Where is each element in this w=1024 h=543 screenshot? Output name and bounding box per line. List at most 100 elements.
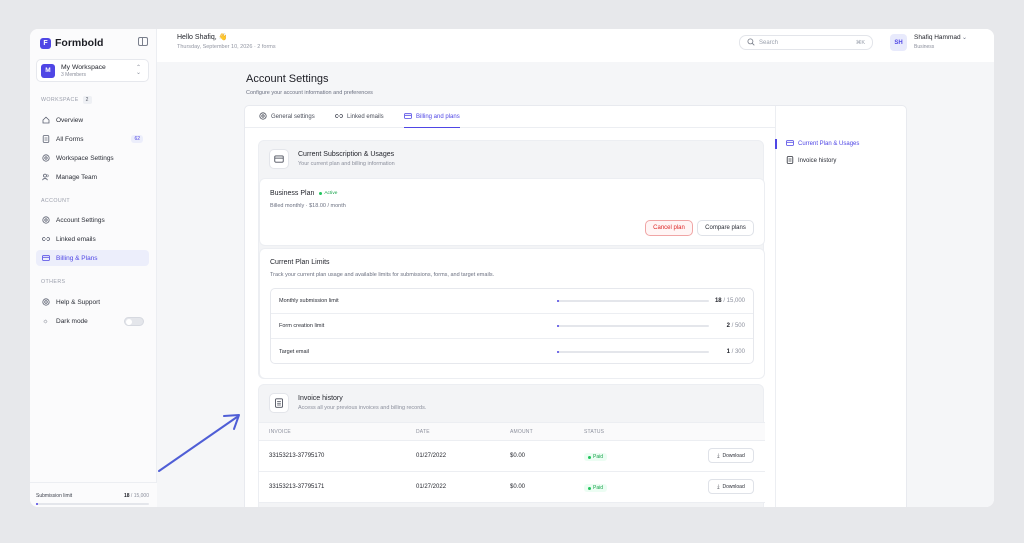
limit-used: 2 <box>726 323 730 329</box>
home-icon <box>41 116 50 125</box>
chevron-down-icon[interactable]: ⌄ <box>962 34 967 41</box>
status-dot <box>588 486 591 490</box>
sidebar-item-overview[interactable]: Overview <box>36 112 149 128</box>
tab-general-settings[interactable]: General settings <box>259 106 315 128</box>
sidebar-item-workspace-settings[interactable]: Workspace Settings <box>36 150 149 166</box>
sidebar-item-help-support[interactable]: Help & Support <box>36 294 149 310</box>
sun-icon: ☼ <box>42 317 49 325</box>
plan-card: Business Plan Active Billed monthly · $1… <box>259 178 765 246</box>
formbold-logo-icon: F <box>40 37 51 49</box>
limits-table: Monthly submission limit 18 / 15,000 For… <box>270 288 754 364</box>
download-icon: ⤓ <box>717 483 720 490</box>
gear-icon <box>259 112 267 122</box>
workspace-name: My Workspace <box>61 63 106 71</box>
forms-count-badge: 62 <box>131 135 143 143</box>
sidebar-toggle-icon[interactable] <box>138 37 148 46</box>
plan-name: Business Plan Active <box>270 190 337 197</box>
section-nav-label: Invoice history <box>798 158 837 164</box>
tab-label: General settings <box>271 114 315 120</box>
forms-icon <box>41 135 50 144</box>
cancel-plan-button[interactable]: Cancel plan <box>645 220 693 236</box>
sidebar-item-label: Account Settings <box>56 216 105 224</box>
section-nav-indicator <box>775 139 777 149</box>
user-name[interactable]: Shafiq Hammad <box>914 34 961 41</box>
limit-progress-fill <box>557 350 560 353</box>
greeting: Hello Shafiq, 👋 <box>177 34 228 41</box>
invoice-amount: $0.00 <box>510 484 526 490</box>
plan-name-text: Business Plan <box>270 190 315 197</box>
gear-icon <box>41 216 50 225</box>
sidebar-item-linked-emails[interactable]: Linked emails <box>36 231 149 247</box>
section-nav-invoice-history[interactable]: Invoice history <box>786 156 836 166</box>
greeting-subline: Thursday, September 10, 2026 · 2 forms <box>177 44 276 50</box>
tab-linked-emails[interactable]: Linked emails <box>335 106 384 128</box>
limit-progress <box>557 300 709 302</box>
sidebar-item-label: Help & Support <box>56 298 101 306</box>
subscription-header: Current Subscription & Usages Your curre… <box>269 149 395 169</box>
sidebar-item-all-forms[interactable]: All Forms 62 <box>36 131 149 147</box>
sidebar-item-dark-mode[interactable]: ☼ Dark mode <box>36 313 149 329</box>
status-badge: Paid <box>584 484 608 492</box>
limit-label: Target email <box>279 348 309 355</box>
sidebar-item-label: Manage Team <box>56 173 98 181</box>
sidebar-item-manage-team[interactable]: Manage Team <box>36 169 149 185</box>
download-label: Download <box>722 483 745 490</box>
tab-label: Billing and plans <box>416 113 460 120</box>
page-title: Account Settings <box>246 73 329 85</box>
limits-title: Current Plan Limits <box>270 259 330 266</box>
limits-subtitle: Track your current plan usage and availa… <box>270 272 495 278</box>
settings-panel: General settings Linked emails Billing a… <box>244 105 907 507</box>
limit-progress-fill <box>557 300 560 302</box>
download-button[interactable]: ⤓ Download <box>708 479 754 494</box>
section-nav: Current Plan & Usages Invoice history <box>775 106 908 507</box>
limit-value: 1 / 300 <box>727 349 745 355</box>
section-nav-current-plan[interactable]: Current Plan & Usages <box>786 139 859 149</box>
tab-billing-and-plans[interactable]: Billing and plans <box>404 106 460 128</box>
section-label-account: ACCOUNT <box>41 198 70 204</box>
plan-limits-card: Current Plan Limits Track your current p… <box>259 248 765 379</box>
submission-limit-progress-fill <box>36 503 38 505</box>
brand-name: Formbold <box>55 37 104 49</box>
sidebar-item-label: Workspace Settings <box>56 154 114 162</box>
brand[interactable]: F Formbold <box>40 37 103 49</box>
section-nav-label: Current Plan & Usages <box>798 141 860 147</box>
card-icon <box>41 254 50 263</box>
invoice-icon <box>786 156 794 166</box>
sidebar-item-billing-plans[interactable]: Billing & Plans <box>36 250 149 266</box>
submission-limit-total: / 15,000 <box>130 493 149 499</box>
status-badge: Active <box>319 191 337 196</box>
table-row: 33153213-37795171 01/27/2022 $0.00 Paid … <box>259 472 765 503</box>
sidebar-item-label: Linked emails <box>56 235 96 243</box>
limit-total: / 15,000 <box>723 298 745 304</box>
column-header-invoice: INVOICE <box>269 429 291 435</box>
search-placeholder: Search <box>759 39 779 46</box>
compare-plans-button[interactable]: Compare plans <box>697 220 754 236</box>
card-icon <box>269 149 289 169</box>
workspace-switcher[interactable]: M My Workspace 3 Members ⌃ ⌄ <box>36 59 149 82</box>
gear-icon <box>41 154 50 163</box>
sidebar-item-account-settings[interactable]: Account Settings <box>36 212 149 228</box>
limit-progress <box>557 350 709 353</box>
limit-label: Form creation limit <box>279 323 325 329</box>
dark-mode-toggle[interactable] <box>124 317 144 326</box>
subscription-section: Current Subscription & Usages Your curre… <box>258 140 765 379</box>
subscription-title: Current Subscription & Usages <box>298 151 395 158</box>
invoice-date: 01/27/2022 <box>416 453 447 459</box>
tab-label: Linked emails <box>347 114 384 120</box>
table-row: Monthly submission limit 18 / 15,000 <box>271 289 753 314</box>
invoice-section: Invoice history Access all your previous… <box>258 384 765 507</box>
section-label-others: OTHERS <box>41 279 66 285</box>
link-icon <box>335 112 343 122</box>
status-dot <box>588 455 591 459</box>
invoice-number: 33153213-37795171 <box>269 484 325 490</box>
column-header-amount: AMOUNT <box>510 429 533 435</box>
section-label-workspace: WORKSPACE 2 <box>41 96 92 104</box>
search-input[interactable]: Search ⌘K <box>739 35 873 50</box>
avatar[interactable]: SH <box>890 34 907 51</box>
limit-value: 2 / 500 <box>727 323 745 329</box>
limit-total: / 500 <box>731 323 745 329</box>
team-icon <box>41 173 50 182</box>
download-button[interactable]: ⤓ Download <box>708 448 754 463</box>
invoice-header: Invoice history Access all your previous… <box>269 393 426 413</box>
chevron-updown-icon: ⌃ ⌄ <box>135 65 141 76</box>
